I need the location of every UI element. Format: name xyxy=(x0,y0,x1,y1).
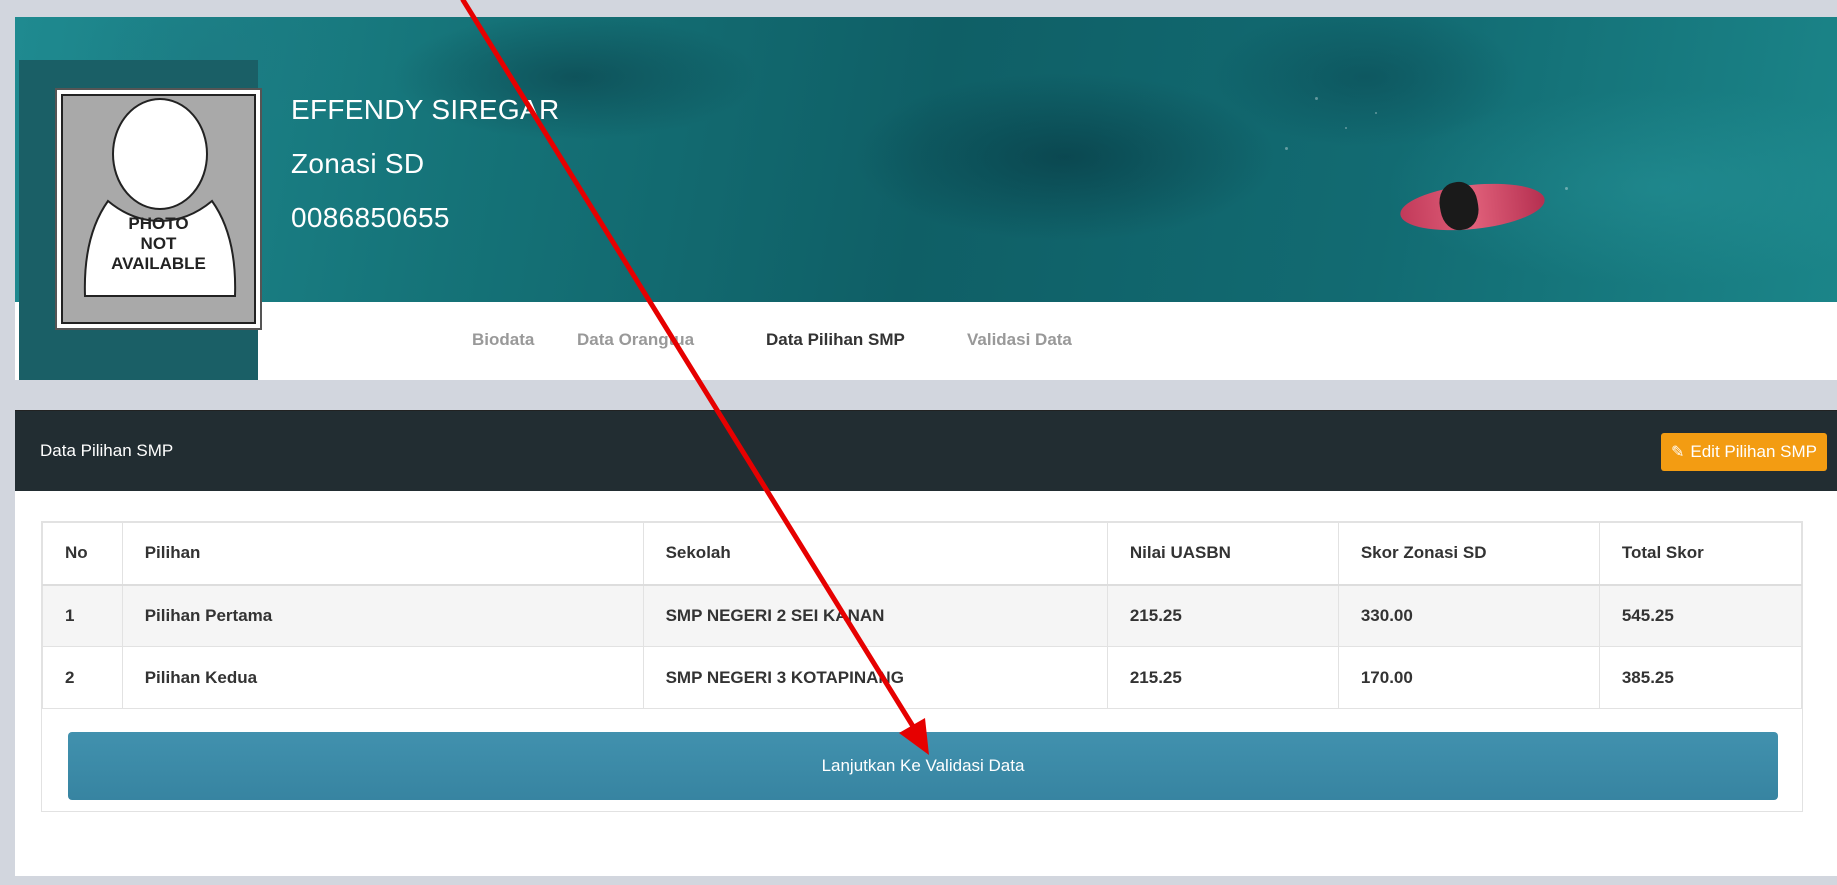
edit-icon: ✎ xyxy=(1670,444,1685,461)
cell-total-skor: 385.25 xyxy=(1598,646,1803,709)
cell-pilihan: Pilihan Pertama xyxy=(121,584,644,647)
school-choice-panel: Data Pilihan SMP ✎ Edit Pilihan SMP No P… xyxy=(15,410,1837,876)
registration-category: Zonasi SD xyxy=(291,148,425,179)
photo-placeholder: PHOTO NOT AVAILABLE xyxy=(61,94,256,324)
school-choice-table-wrapper: No Pilihan Sekolah Nilai UASBN Skor Zona… xyxy=(41,521,1803,812)
student-nisn: 0086850655 xyxy=(291,202,450,233)
cell-pilihan: Pilihan Kedua xyxy=(121,646,644,709)
profile-tabs: Biodata Data Orangtua Data Pilihan SMP V… xyxy=(15,302,1837,380)
tab-data-orangtua[interactable]: Data Orangtua xyxy=(577,330,694,350)
column-header-no: No xyxy=(42,522,123,586)
continue-to-validation-button[interactable]: Lanjutkan Ke Validasi Data xyxy=(68,732,1778,800)
cell-no: 1 xyxy=(42,584,123,647)
cell-total-skor: 545.25 xyxy=(1598,584,1803,647)
cell-sekolah: SMP NEGERI 2 SEI KANAN xyxy=(642,584,1108,647)
tab-data-pilihan-smp[interactable]: Data Pilihan SMP xyxy=(766,330,905,350)
column-header-pilihan: Pilihan xyxy=(121,522,644,586)
cell-skor-zonasi: 170.00 xyxy=(1337,646,1600,709)
panel-header: Data Pilihan SMP ✎ Edit Pilihan SMP xyxy=(15,411,1837,491)
cell-no: 2 xyxy=(42,646,123,709)
table-header-row: No Pilihan Sekolah Nilai UASBN Skor Zona… xyxy=(42,522,1803,586)
cell-sekolah: SMP NEGERI 3 KOTAPINANG xyxy=(642,646,1108,709)
cell-skor-zonasi: 330.00 xyxy=(1337,584,1600,647)
tab-validasi-data[interactable]: Validasi Data xyxy=(967,330,1072,350)
student-name: EFFENDY SIREGAR xyxy=(291,94,560,125)
photo-not-available-text: PHOTO NOT AVAILABLE xyxy=(111,214,206,273)
panel-title: Data Pilihan SMP xyxy=(40,441,174,460)
column-header-sekolah: Sekolah xyxy=(642,522,1108,586)
column-header-total-skor: Total Skor xyxy=(1598,522,1803,586)
edit-school-choice-button[interactable]: ✎ Edit Pilihan SMP xyxy=(1660,433,1827,471)
cell-nilai-uasbn: 215.25 xyxy=(1106,646,1339,709)
profile-card: PHOTO NOT AVAILABLE EFFENDY SIREGAR Zona… xyxy=(15,17,1837,380)
edit-button-label: Edit Pilihan SMP xyxy=(1690,442,1817,461)
person-silhouette-icon xyxy=(83,98,237,297)
column-header-skor-zonasi: Skor Zonasi SD xyxy=(1337,522,1600,586)
profile-photo: PHOTO NOT AVAILABLE xyxy=(55,88,262,330)
user-info: EFFENDY SIREGAR Zonasi SD 0086850655 xyxy=(291,95,559,257)
table-row: 2 Pilihan Kedua SMP NEGERI 3 KOTAPINANG … xyxy=(42,646,1803,709)
column-header-nilai-uasbn: Nilai UASBN xyxy=(1106,522,1339,586)
tab-biodata[interactable]: Biodata xyxy=(472,330,534,350)
cell-nilai-uasbn: 215.25 xyxy=(1106,584,1339,647)
table-row: 1 Pilihan Pertama SMP NEGERI 2 SEI KANAN… xyxy=(42,584,1803,647)
cover-image xyxy=(15,17,1837,302)
school-choice-table: No Pilihan Sekolah Nilai UASBN Skor Zona… xyxy=(42,522,1803,709)
